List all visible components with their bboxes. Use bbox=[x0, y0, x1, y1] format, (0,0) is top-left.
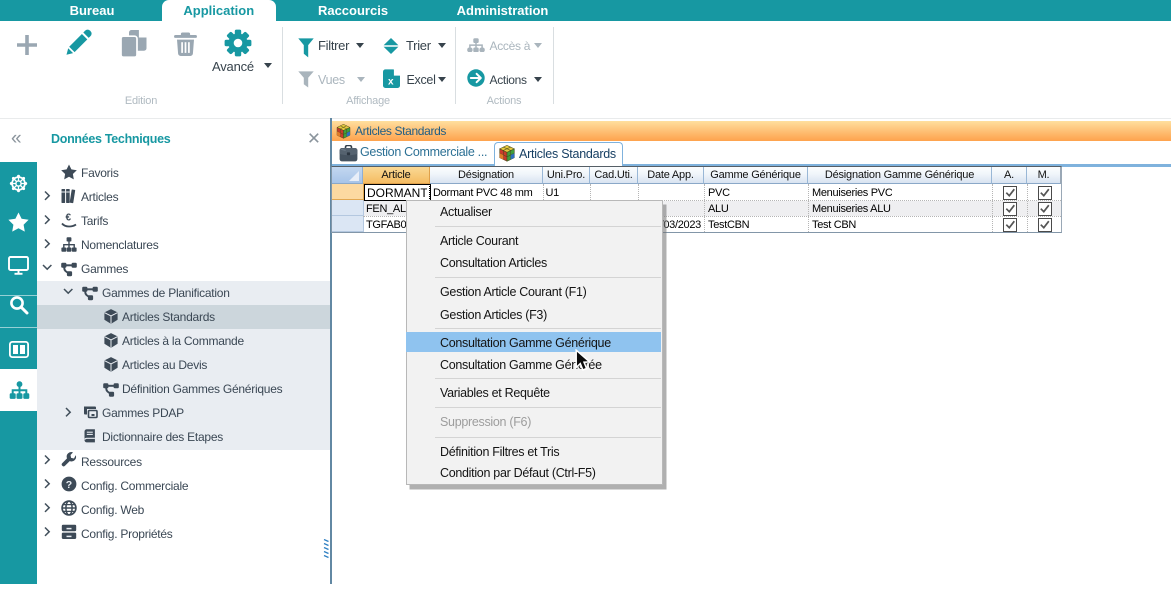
svg-text:x: x bbox=[388, 76, 394, 87]
svg-text:?: ? bbox=[66, 479, 72, 491]
svg-text:€: € bbox=[66, 213, 72, 224]
